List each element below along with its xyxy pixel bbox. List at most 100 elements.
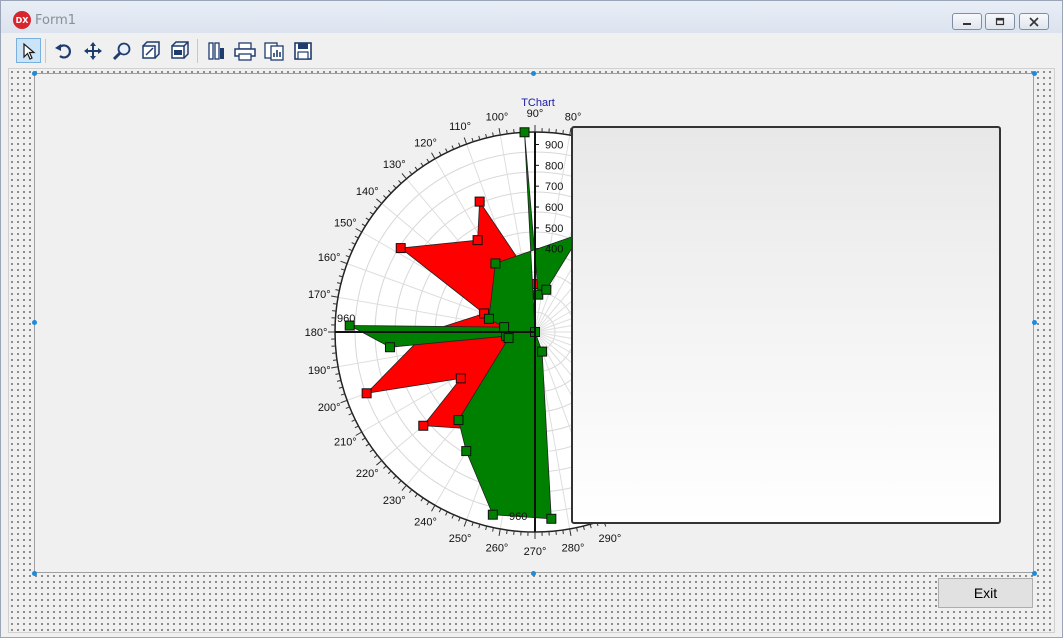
angle-tick — [351, 242, 356, 245]
series-1-point — [503, 333, 514, 344]
radius-tick-label: 900 — [545, 140, 563, 152]
toolbar-separator — [197, 39, 198, 63]
angle-tick — [582, 525, 585, 531]
angle-tick — [445, 148, 448, 153]
series-1-point — [487, 509, 498, 520]
angle-tick — [498, 128, 501, 136]
zoom-icon — [112, 42, 130, 60]
selection-handle[interactable] — [1032, 320, 1037, 325]
angle-tick — [463, 519, 468, 527]
3d-icon — [170, 40, 189, 59]
move-button[interactable] — [80, 38, 105, 63]
angle-tick — [569, 128, 572, 136]
angle-tick — [345, 406, 350, 409]
angle-tick — [354, 235, 359, 239]
angle-tick — [426, 501, 430, 506]
angle-tick — [331, 295, 339, 298]
angle-tick — [345, 255, 350, 258]
print-icon — [233, 41, 256, 61]
copy-icon — [263, 41, 284, 61]
angle-tick — [458, 517, 461, 522]
angle-tick — [471, 522, 474, 527]
angle-tick — [336, 282, 342, 285]
angle-label: 170° — [308, 289, 331, 301]
series-1-point — [546, 513, 557, 524]
angle-tick — [409, 489, 413, 494]
angle-label: 180° — [305, 327, 328, 339]
selection-handle[interactable] — [1032, 71, 1037, 76]
series-1-point — [461, 446, 472, 457]
angle-tick — [365, 217, 370, 221]
depth-icon — [141, 40, 160, 59]
angle-label: 120° — [414, 137, 437, 149]
save-icon — [293, 41, 312, 60]
angle-tick — [369, 449, 374, 453]
angle-tick — [562, 529, 564, 535]
exit-button[interactable]: Exit — [938, 578, 1033, 608]
selection-handle[interactable] — [531, 571, 536, 576]
series-0-point — [418, 420, 429, 431]
angle-tick — [376, 198, 383, 204]
close-button[interactable] — [1019, 13, 1049, 30]
angle-tick — [562, 129, 564, 135]
angle-tick — [478, 135, 481, 140]
print-button[interactable] — [232, 38, 257, 63]
edit-chart-button[interactable] — [203, 38, 228, 63]
depth-button[interactable] — [138, 38, 163, 63]
angle-tick — [361, 437, 366, 441]
polar-chart: TChart 80°90°100°110°120°130°140°150°160… — [305, 97, 1001, 558]
angle-tick — [485, 133, 488, 139]
restore-icon — [995, 17, 1005, 25]
angle-tick — [383, 465, 387, 469]
save-button[interactable] — [290, 38, 315, 63]
angle-label: 290° — [599, 533, 622, 545]
3d-button[interactable] — [167, 38, 192, 63]
angle-tick — [348, 412, 353, 416]
angle-tick — [340, 399, 348, 404]
angle-label: 210° — [334, 437, 357, 449]
angle-label: 90° — [527, 108, 544, 120]
tchart-control[interactable]: TChart 80° 90° 100° 110° 120° 130° 140° 150° 160… — [34, 73, 1034, 573]
angle-tick — [392, 184, 397, 189]
angle-tick — [336, 379, 342, 382]
move-icon — [83, 41, 102, 60]
angle-tick — [338, 275, 343, 278]
angle-label: 280° — [562, 543, 585, 555]
copy-button[interactable] — [261, 38, 286, 63]
restore-button[interactable] — [985, 13, 1015, 30]
title-bar[interactable]: DX Form1 — [1, 1, 1062, 33]
angle-tick — [373, 454, 378, 458]
zoom-button[interactable] — [109, 38, 134, 63]
selection-handle[interactable] — [531, 71, 536, 76]
angle-tick — [398, 480, 402, 484]
radius-tick-label: 700 — [545, 181, 563, 193]
selection-handle[interactable] — [1032, 571, 1037, 576]
angle-tick — [458, 142, 461, 147]
rotate-button[interactable] — [51, 38, 76, 63]
select-button[interactable] — [16, 38, 41, 63]
angle-tick — [401, 173, 407, 180]
devexpress-logo-icon: DX — [13, 11, 31, 29]
angle-tick — [471, 137, 474, 142]
angle-tick — [392, 475, 397, 480]
series-1-point — [537, 346, 548, 357]
angle-label: 140° — [356, 186, 379, 198]
minimize-button[interactable] — [952, 13, 982, 30]
angle-label: 110° — [449, 121, 471, 133]
angle-tick — [589, 524, 592, 529]
selection-handle[interactable] — [32, 571, 37, 576]
selection-handle[interactable] — [32, 320, 37, 325]
angle-tick — [355, 431, 363, 436]
angle-label: 230° — [383, 495, 406, 507]
angle-label: 130° — [383, 159, 406, 171]
selection-handle[interactable] — [32, 71, 37, 76]
angle-tick — [420, 497, 424, 502]
angle-label: 190° — [308, 365, 331, 377]
angle-tick — [451, 514, 455, 519]
angle-tick — [348, 248, 353, 252]
angle-label: 150° — [334, 218, 357, 230]
angle-label: 250° — [449, 533, 472, 545]
series-1-point — [384, 342, 395, 353]
angle-tick — [365, 443, 370, 447]
angle-tick — [478, 524, 481, 529]
